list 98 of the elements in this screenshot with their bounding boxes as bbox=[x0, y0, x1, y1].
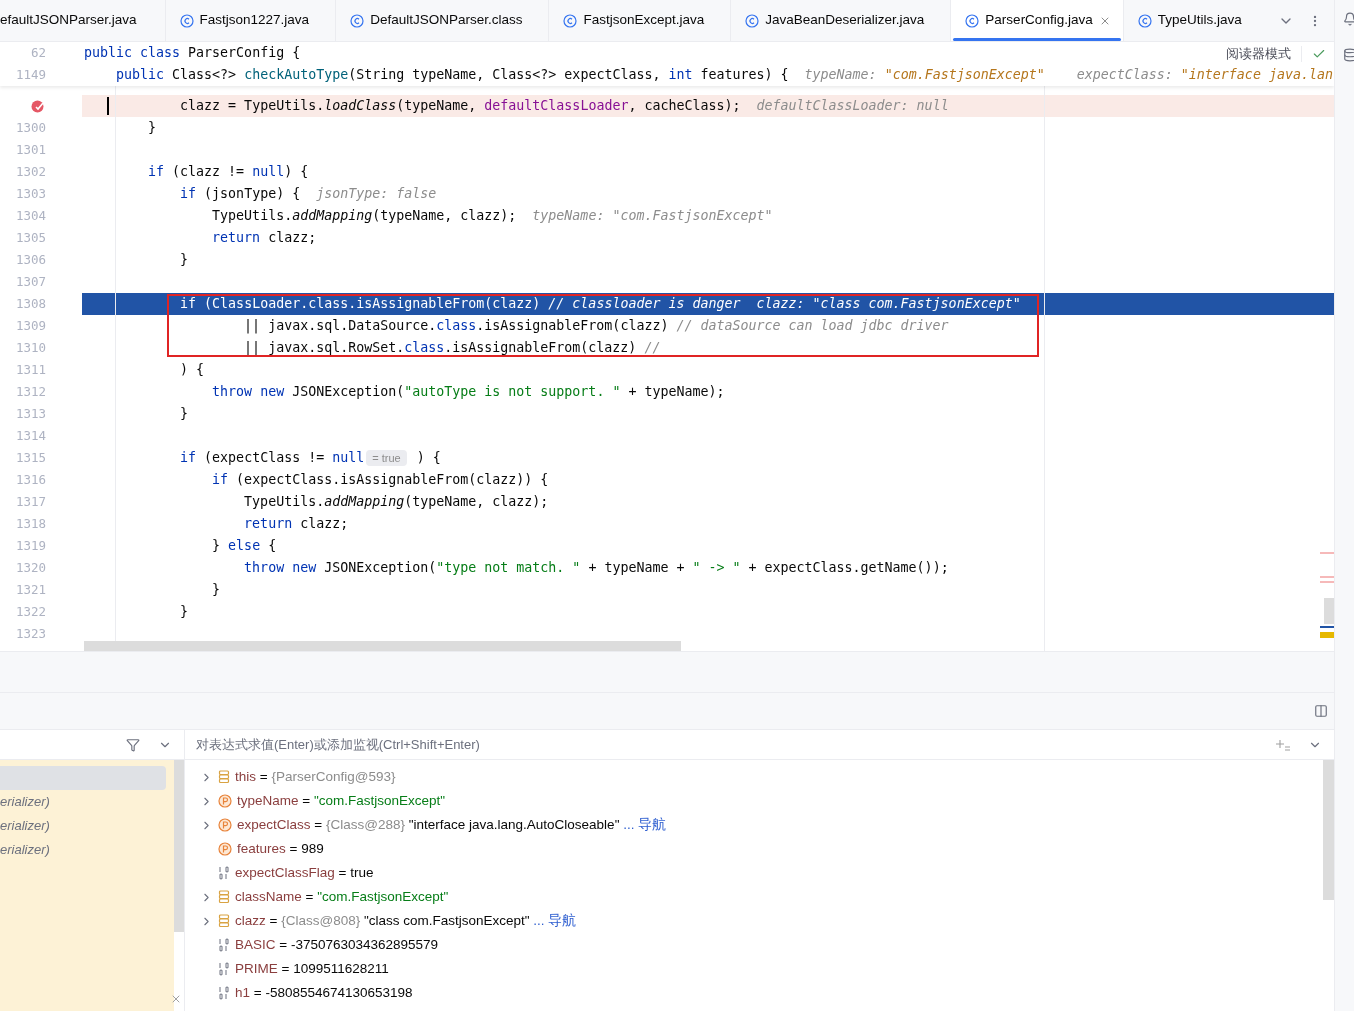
variable-entry[interactable]: PRIME = 1099511628211 bbox=[235, 958, 389, 980]
line-number: 1320 bbox=[14, 558, 46, 577]
database-icon[interactable] bbox=[1342, 48, 1354, 62]
vertical-scrollbar[interactable] bbox=[174, 760, 184, 932]
class-icon bbox=[179, 13, 194, 28]
line-number: 1316 bbox=[14, 470, 46, 489]
variable-entry[interactable]: expectClassFlag = true bbox=[235, 862, 374, 884]
code-line: if (expectClass.isAssignableFrom(clazz)) { bbox=[212, 471, 549, 490]
stack-icon bbox=[218, 890, 230, 904]
line-number: 1319 bbox=[14, 536, 46, 555]
code-line: return clazz; bbox=[212, 229, 317, 248]
code-line: TypeUtils.addMapping(typeName, clazz); typeName: "com.FastjsonExcept" bbox=[212, 207, 773, 226]
code-line: clazz = TypeUtils.loadClass(typeName, defaultClassLoader, cacheClass); defaultClassLoader: null bbox=[180, 97, 949, 116]
variable-entry[interactable]: BASIC = -3750763034362895579 bbox=[235, 934, 439, 956]
code-line: ) { bbox=[415, 449, 441, 468]
sticky-code-line: public class ParserConfig { bbox=[84, 44, 301, 63]
code-line: } bbox=[148, 119, 157, 138]
line-number: 1309 bbox=[14, 316, 46, 335]
inlay-hint: = true bbox=[366, 450, 407, 466]
code-line: throw new JSONException("type not match. " + typeName + " -> " + expectClass.getName()); bbox=[244, 559, 949, 578]
variable-entry[interactable]: clazz = {Class@808} "class com.FastjsonExcept" ... 导航 bbox=[235, 910, 577, 932]
class-icon bbox=[563, 13, 578, 28]
parameter-icon bbox=[218, 818, 232, 832]
close-icon[interactable] bbox=[170, 993, 182, 1005]
code-line: } bbox=[180, 251, 189, 270]
variable-entry[interactable]: className = "com.FastjsonExcept" bbox=[235, 886, 449, 908]
binary-icon bbox=[218, 986, 230, 1000]
code-line: } bbox=[180, 603, 189, 622]
line-number: 1301 bbox=[14, 140, 46, 159]
line-number: 1304 bbox=[14, 206, 46, 225]
editor-tab[interactable]: efaultJSONParser.java bbox=[0, 0, 166, 41]
code-line: if (jsonType) { jsonType: false bbox=[180, 185, 437, 204]
line-number: 1300 bbox=[14, 118, 46, 137]
code-line: || javax.sql.DataSource.class.isAssignableFrom(clazz) // dataSource can load jdbc driver bbox=[244, 317, 949, 336]
line-number: 1308 bbox=[14, 294, 46, 313]
code-line: ) { bbox=[180, 361, 205, 380]
code-line: throw new JSONException("autoType is not support. " + typeName); bbox=[212, 383, 725, 402]
variable-entry[interactable]: expectClass = {Class@288} "interface java.lang.AutoCloseable" ... 导航 bbox=[237, 814, 667, 836]
text-caret bbox=[107, 97, 109, 115]
stack-icon bbox=[218, 914, 230, 928]
class-icon bbox=[965, 13, 980, 28]
line-number: 1323 bbox=[14, 624, 46, 643]
stack-icon bbox=[218, 770, 230, 784]
parameter-icon bbox=[218, 794, 232, 808]
line-number: 1315 bbox=[14, 448, 46, 467]
bell-icon[interactable] bbox=[1342, 12, 1354, 26]
frame-row[interactable]: erializer) bbox=[0, 790, 174, 814]
code-line: if (clazz != null) { bbox=[148, 163, 309, 182]
line-number: 62 bbox=[29, 43, 46, 62]
layout-icon[interactable] bbox=[1314, 704, 1328, 718]
class-icon bbox=[745, 13, 760, 28]
binary-icon bbox=[218, 962, 230, 976]
sticky-code-line: public Class<?> checkAutoType(String typeName, Class<?> expectClass, int features) { typeName: "com.FastjsonExcept" expectClass: "interface java.lan bbox=[116, 66, 1333, 85]
class-icon bbox=[350, 13, 365, 28]
line-number: 1303 bbox=[14, 184, 46, 203]
code-line: } else { bbox=[212, 537, 277, 556]
code-line: if (expectClass != null bbox=[180, 449, 365, 468]
frame-row[interactable]: erializer) bbox=[0, 814, 174, 838]
editor-tab[interactable]: FastjsonExcept.java bbox=[549, 0, 732, 41]
line-number: 1322 bbox=[14, 602, 46, 621]
line-number: 1306 bbox=[14, 250, 46, 269]
variable-entry[interactable]: features = 989 bbox=[237, 838, 324, 860]
expression-input[interactable]: 对表达式求值(Enter)或添加监视(Ctrl+Shift+Enter) bbox=[185, 730, 1276, 759]
line-number: 1307 bbox=[14, 272, 46, 291]
variable-entry[interactable]: typeName = "com.FastjsonExcept" bbox=[237, 790, 446, 812]
editor-tab[interactable]: DefaultJSONParser.class bbox=[336, 0, 550, 41]
variable-entry[interactable]: h1 = -5808554674130653198 bbox=[235, 982, 413, 1004]
parameter-icon bbox=[218, 842, 232, 856]
code-line: return clazz; bbox=[244, 515, 349, 534]
line-number: 1305 bbox=[14, 228, 46, 247]
filter-icon[interactable] bbox=[126, 737, 140, 752]
line-number: 1317 bbox=[14, 492, 46, 511]
horizontal-scrollbar[interactable] bbox=[84, 641, 681, 651]
code-line: } bbox=[180, 405, 189, 424]
code-line: || javax.sql.RowSet.class.isAssignableFrom(clazz) // bbox=[244, 339, 661, 358]
line-number: 1302 bbox=[14, 162, 46, 181]
line-number: 1149 bbox=[14, 65, 46, 84]
line-number: 1313 bbox=[14, 404, 46, 423]
line-number: 1318 bbox=[14, 514, 46, 533]
class-icon bbox=[1137, 13, 1152, 28]
code-line: if (ClassLoader.class.isAssignableFrom(clazz) // classloader is danger clazz: "class com.FastjsonExcept" bbox=[180, 295, 1021, 314]
code-line: } bbox=[212, 581, 221, 600]
binary-icon bbox=[218, 938, 230, 952]
line-number: 1312 bbox=[14, 382, 46, 401]
editor-tab[interactable]: Fastjson1227.java bbox=[165, 0, 337, 41]
line-number: 1314 bbox=[14, 426, 46, 445]
breakpoint-icon[interactable] bbox=[30, 98, 46, 114]
vertical-scrollbar[interactable] bbox=[1323, 760, 1334, 900]
line-number: 1311 bbox=[14, 360, 46, 379]
code-line: TypeUtils.addMapping(typeName, clazz); bbox=[244, 493, 549, 512]
line-number: 1310 bbox=[14, 338, 46, 357]
editor-tab[interactable]: TypeUtils.java bbox=[1123, 0, 1268, 41]
binary-icon bbox=[218, 866, 230, 880]
line-number: 1321 bbox=[14, 580, 46, 599]
frame-row[interactable]: erializer) bbox=[0, 838, 174, 862]
variable-entry[interactable]: this = {ParserConfig@593} bbox=[235, 766, 396, 788]
editor-tab[interactable]: ParserConfig.java bbox=[951, 0, 1124, 41]
reader-mode-label[interactable]: 阅读器模式 bbox=[1226, 45, 1291, 64]
